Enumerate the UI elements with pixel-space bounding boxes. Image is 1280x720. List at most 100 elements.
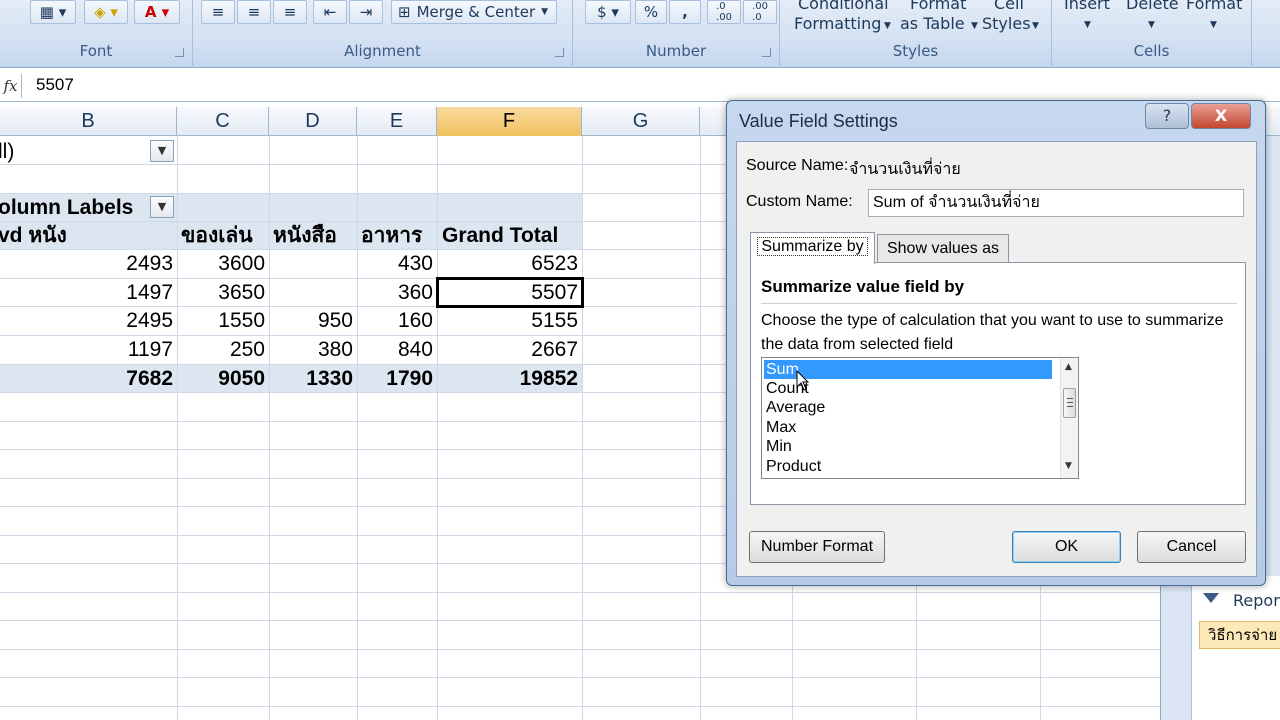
increase-indent-button[interactable]: ⇥ <box>349 0 383 24</box>
cells-group-label: Cells <box>1133 42 1170 60</box>
pivot-cell[interactable]: 840 <box>357 336 437 364</box>
merge-center-button[interactable]: ⊞ Merge & Center ▼ <box>391 0 557 24</box>
pivot-total-cell[interactable]: 7682 <box>0 365 177 393</box>
tab-show-values-as[interactable]: Show values as <box>877 234 1009 264</box>
grid-line <box>0 592 1280 593</box>
cell-styles-button[interactable]: Cell Styles ▼ <box>980 0 1046 38</box>
pivot-cell[interactable]: 430 <box>357 250 437 278</box>
number-format-button[interactable]: Number Format <box>749 531 885 563</box>
delete-button[interactable]: Delete <box>1126 0 1179 13</box>
section-divider <box>761 303 1237 304</box>
pivot-cell[interactable]: 380 <box>269 336 357 364</box>
pivot-cell[interactable]: 3650 <box>177 279 269 307</box>
tab-summarize-by[interactable]: Summarize by <box>750 232 875 264</box>
custom-name-field[interactable]: Sum of จำนวนเงินที่จ่าย <box>868 189 1244 217</box>
grid-line <box>700 136 701 720</box>
pivot-header-cell: หนังสือ <box>273 224 337 247</box>
format-as-table-button[interactable]: Format as Table ▼ <box>898 0 978 38</box>
column-header-g[interactable]: G <box>582 107 700 136</box>
borders-button[interactable]: ▦ ▾ <box>30 0 76 24</box>
list-item-product[interactable]: Product <box>764 457 1052 476</box>
scroll-up-icon[interactable]: ▲ <box>1065 362 1072 372</box>
cell-styles-line2: Styles <box>982 14 1031 33</box>
conditional-formatting-button[interactable]: Conditional Formatting ▼ <box>790 0 891 38</box>
alignment-group-label: Alignment <box>344 42 421 60</box>
column-header-e[interactable]: E <box>357 107 437 136</box>
pivot-cell[interactable]: 2495 <box>0 307 177 335</box>
font-launcher-icon[interactable] <box>175 48 184 57</box>
column-labels-dropdown-button[interactable]: ▼ <box>150 196 174 218</box>
pivot-cell[interactable]: 2493 <box>0 250 177 278</box>
pivot-cell[interactable]: 6523 <box>437 250 582 278</box>
align-center-button[interactable]: ≡ <box>237 0 271 24</box>
pivot-cell[interactable]: 950 <box>269 307 357 335</box>
pivot-cell[interactable]: 1197 <box>0 336 177 364</box>
decrease-decimal-button[interactable]: .00.0 <box>743 0 777 24</box>
fill-color-button[interactable]: ◈ ▾ <box>84 0 128 24</box>
list-item-min[interactable]: Min <box>764 437 1052 456</box>
merge-center-label: Merge & Center <box>416 3 536 21</box>
scroll-down-icon[interactable]: ▼ <box>1065 461 1072 471</box>
format-button[interactable]: Format <box>1186 0 1242 13</box>
pivot-cell[interactable]: 3600 <box>177 250 269 278</box>
chevron-down-icon: ▼ <box>1084 20 1091 30</box>
pivot-header-cell: vd หนัง <box>0 224 67 247</box>
close-button[interactable]: X <box>1191 103 1251 129</box>
pivot-cell[interactable]: 160 <box>357 307 437 335</box>
alignment-launcher-icon[interactable] <box>555 48 564 57</box>
report-filter-field-chip[interactable]: วิธีการจ่าย <box>1199 621 1280 649</box>
pivot-cell[interactable] <box>269 250 357 278</box>
pivot-total-cell[interactable]: 1330 <box>269 365 357 393</box>
scroll-thumb[interactable] <box>1063 388 1076 418</box>
report-filter-value: ll) <box>0 140 15 163</box>
pivot-header-cell: Grand Total <box>442 224 559 247</box>
accounting-format-button[interactable]: $ ▾ <box>585 0 631 24</box>
pivot-cell[interactable]: 360 <box>357 279 437 307</box>
align-right-button[interactable]: ≡ <box>273 0 307 24</box>
source-name-value: จำนวนเงินที่จ่าย <box>849 161 961 178</box>
grid-line <box>357 136 358 720</box>
comma-button[interactable]: , <box>669 0 701 24</box>
pivot-cell[interactable]: 1497 <box>0 279 177 307</box>
help-button[interactable]: ? <box>1145 103 1189 129</box>
pivot-total-cell[interactable]: 1790 <box>357 365 437 393</box>
pivot-cell[interactable]: 1550 <box>177 307 269 335</box>
pivot-cell[interactable]: 2667 <box>437 336 582 364</box>
align-left-button[interactable]: ≡ <box>201 0 235 24</box>
pivot-header-cell: ของเล่น <box>181 224 253 247</box>
pivot-total-cell[interactable]: 9050 <box>177 365 269 393</box>
grid-line <box>437 136 438 720</box>
merge-icon: ⊞ <box>398 3 411 21</box>
value-field-settings-dialog: Value Field Settings ? X Source Name: จำ… <box>726 100 1266 586</box>
grid-line <box>582 136 583 720</box>
cancel-button[interactable]: Cancel <box>1137 531 1246 563</box>
cell-styles-line1: Cell <box>994 0 1024 13</box>
summarize-tab-panel: Summarize value field by Choose the type… <box>750 262 1246 505</box>
insert-button[interactable]: Insert <box>1064 0 1110 13</box>
column-header-d[interactable]: D <box>269 107 357 136</box>
pivot-cell[interactable]: 250 <box>177 336 269 364</box>
grid-line <box>0 706 1280 707</box>
formula-input[interactable]: 5507 <box>36 75 74 95</box>
increase-decimal-button[interactable]: .0.00 <box>707 0 741 24</box>
font-group: ▦ ▾ ◈ ▾ A ▾ Font <box>0 0 193 68</box>
list-item-max[interactable]: Max <box>764 418 1052 437</box>
fx-icon[interactable]: fx <box>0 74 22 98</box>
pivot-cell[interactable] <box>269 279 357 307</box>
filter-dropdown-button[interactable]: ▼ <box>150 140 174 162</box>
number-launcher-icon[interactable] <box>762 48 771 57</box>
percent-button[interactable]: % <box>635 0 667 24</box>
source-name-label: Source Name: <box>746 157 849 174</box>
grid-line <box>177 136 178 720</box>
column-header-c[interactable]: C <box>177 107 269 136</box>
font-color-button[interactable]: A ▾ <box>134 0 180 24</box>
decrease-indent-button[interactable]: ⇤ <box>313 0 347 24</box>
pivot-cell[interactable]: 5155 <box>437 307 582 335</box>
listbox-scrollbar[interactable]: ▲ ▼ <box>1060 358 1078 478</box>
ok-button[interactable]: OK <box>1012 531 1121 563</box>
column-header-b[interactable]: B <box>0 107 177 136</box>
pivot-grand-total-cell[interactable]: 19852 <box>437 365 582 393</box>
column-header-f[interactable]: F <box>437 107 582 136</box>
pivot-header-cell: อาหาร <box>361 224 423 247</box>
list-item-average[interactable]: Average <box>764 398 1052 417</box>
